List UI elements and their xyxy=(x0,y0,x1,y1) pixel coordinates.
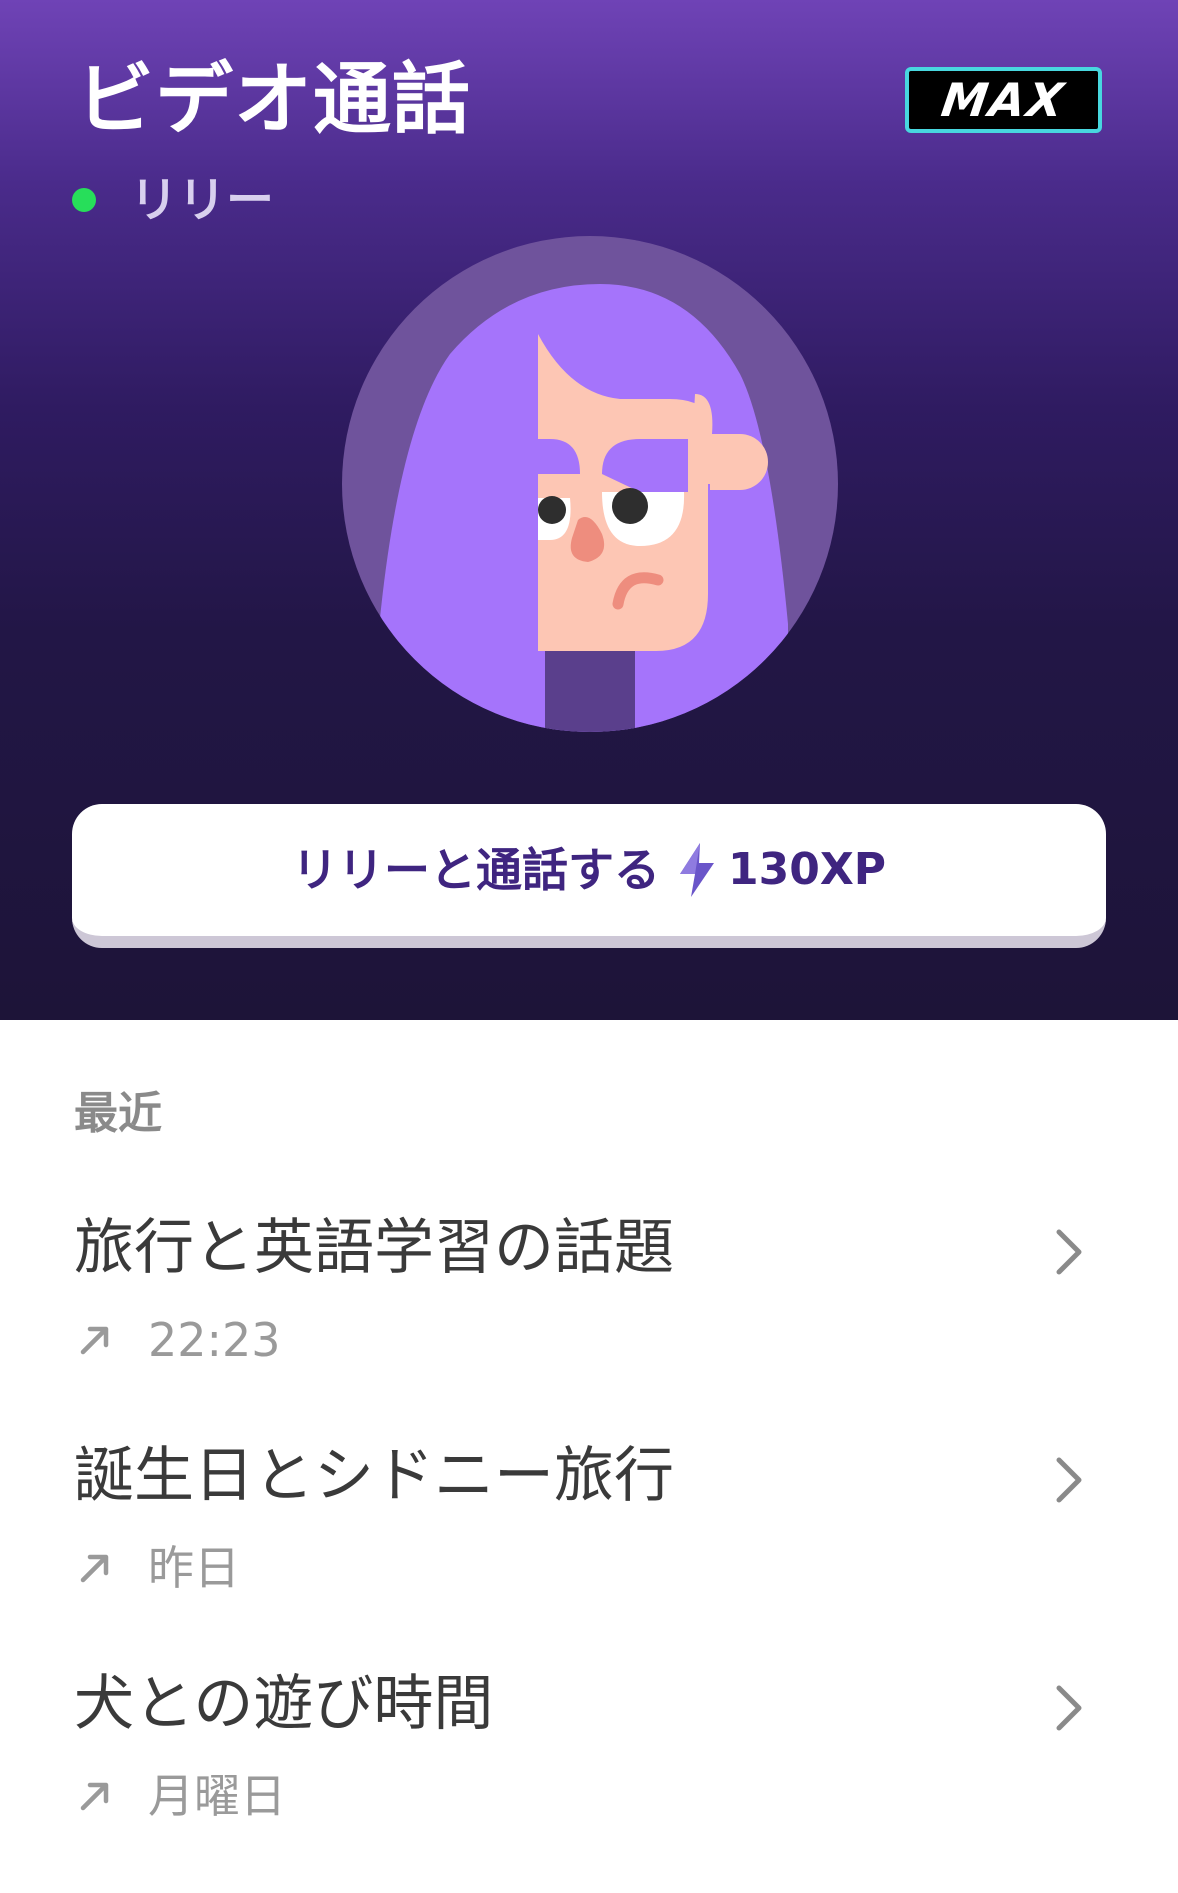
video-call-screen: ビデオ通話 MAX リリー リリーと通話する 130XP 最近 旅行と英語学習の… xyxy=(0,0,1178,1893)
recent-call-item[interactable]: 犬との遊び時間 月曜日 xyxy=(0,1646,1178,1874)
max-badge: MAX xyxy=(905,67,1102,133)
online-status-icon xyxy=(72,188,96,212)
contact-presence: リリー xyxy=(72,170,274,230)
call-meta: 月曜日 xyxy=(78,1766,286,1826)
call-lily-button[interactable]: リリーと通話する 130XP xyxy=(72,804,1106,948)
call-meta: 昨日 xyxy=(78,1538,240,1598)
contact-name: リリー xyxy=(130,172,275,228)
call-topic: 旅行と英語学習の話題 xyxy=(74,1213,674,1283)
call-topic: 誕生日とシドニー旅行 xyxy=(74,1441,674,1511)
hero-section: ビデオ通話 MAX リリー リリーと通話する 130XP xyxy=(0,0,1178,1020)
call-time: 昨日 xyxy=(148,1541,240,1595)
recent-call-item[interactable]: 誕生日とシドニー旅行 昨日 xyxy=(0,1418,1178,1646)
call-time: 22:23 xyxy=(148,1313,281,1367)
max-badge-label: MAX xyxy=(938,73,1069,127)
outgoing-call-arrow-icon xyxy=(80,1554,109,1583)
chevron-right-icon xyxy=(1056,1685,1082,1731)
call-time: 月曜日 xyxy=(148,1769,286,1823)
lightning-bolt-icon xyxy=(679,843,714,897)
chevron-right-icon xyxy=(1056,1229,1082,1275)
call-button-label: リリーと通話する xyxy=(291,843,660,897)
lily-avatar-icon xyxy=(342,236,838,732)
call-meta: 22:23 xyxy=(78,1310,281,1370)
page-title: ビデオ通話 xyxy=(76,55,472,145)
outgoing-call-arrow-icon xyxy=(80,1326,109,1355)
call-topic: 犬との遊び時間 xyxy=(74,1669,494,1739)
recent-section-label: 最近 xyxy=(74,1088,162,1139)
xp-reward: 130XP xyxy=(727,844,887,895)
recent-call-item[interactable]: 旅行と英語学習の話題 22:23 xyxy=(0,1190,1178,1418)
chevron-right-icon xyxy=(1056,1457,1082,1503)
recent-calls-list: 旅行と英語学習の話題 22:23 誕生日とシドニー旅行 昨日 犬との遊び時間 月… xyxy=(0,1190,1178,1874)
outgoing-call-arrow-icon xyxy=(80,1782,109,1811)
